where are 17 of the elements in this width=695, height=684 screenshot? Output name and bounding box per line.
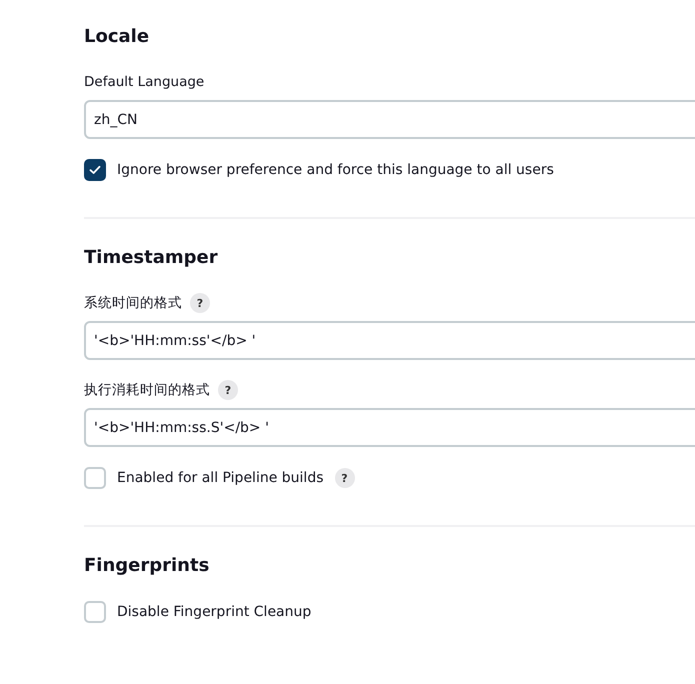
checkbox-label: Ignore browser preference and force this language to all users — [117, 161, 554, 180]
input-field[interactable]: '<b>'HH:mm:ss'</b> ' — [84, 321, 695, 360]
help-icon[interactable]: ? — [334, 468, 354, 488]
field-label: Default Language — [84, 73, 204, 92]
section-title: Timestamper — [84, 247, 219, 269]
checkbox-label: Disable Fingerprint Cleanup — [117, 603, 312, 622]
checkbox[interactable] — [84, 159, 106, 181]
checkbox-label: Enabled for all Pipeline builds — [117, 469, 324, 488]
input-field[interactable]: zh_CN — [84, 100, 695, 139]
input-field[interactable]: '<b>'HH:mm:ss.S'</b> ' — [84, 408, 695, 447]
section-title: Fingerprints — [84, 555, 210, 577]
section-title: Locale — [84, 26, 150, 48]
field-label: 系统时间的格式 — [84, 294, 182, 313]
field-label: 执行消耗时间的格式 — [84, 381, 210, 400]
help-icon[interactable]: ? — [218, 380, 238, 400]
help-icon[interactable]: ? — [190, 293, 210, 313]
checkmark-icon — [89, 165, 101, 175]
